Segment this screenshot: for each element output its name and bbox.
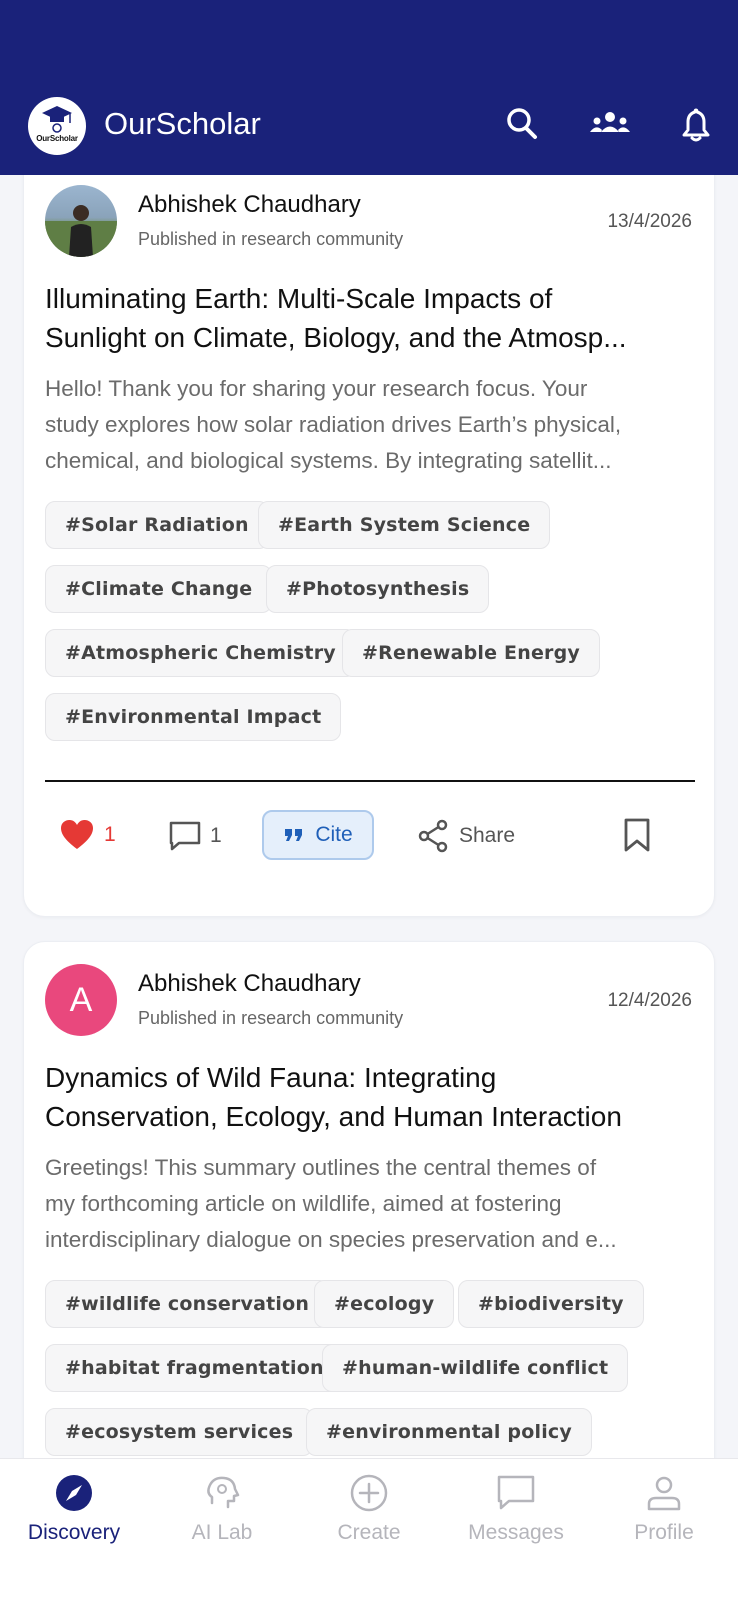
tag-chip[interactable]: #Atmospheric Chemistry [45, 629, 356, 677]
cite-button[interactable]: Cite [262, 810, 374, 860]
post-excerpt[interactable]: Greetings! This summary outlines the cen… [45, 1150, 695, 1258]
excerpt-line: interdisciplinary dialogue on species pr… [45, 1227, 617, 1252]
author-name[interactable]: Abhishek Chaudhary [138, 191, 361, 219]
tag-chip[interactable]: #environmental policy [306, 1408, 592, 1456]
share-button[interactable]: Share [417, 819, 515, 853]
author-name[interactable]: Abhishek Chaudhary [138, 970, 361, 998]
post-title-line: Conservation, Ecology, and Human Interac… [45, 1101, 622, 1132]
nav-create[interactable]: Create [295, 1459, 443, 1579]
share-icon [418, 819, 448, 853]
plus-circle-icon [350, 1474, 388, 1512]
cite-label: Cite [315, 823, 353, 846]
nav-ai-lab[interactable]: AI Lab [148, 1459, 296, 1579]
heart-icon [61, 820, 93, 849]
message-icon [497, 1475, 535, 1510]
user-icon [647, 1476, 681, 1511]
post-date: 12/4/2026 [607, 990, 692, 1011]
divider [45, 780, 695, 782]
avatar[interactable]: A [45, 964, 117, 1036]
comment-count: 1 [210, 824, 222, 847]
like-button[interactable]: 1 [60, 819, 116, 851]
published-in: Published in research community [138, 229, 404, 249]
bottom-nav: Discovery AI Lab Create Messages Profile [0, 1458, 738, 1600]
tag-chip[interactable]: #Renewable Energy [342, 629, 600, 677]
post-title[interactable]: Dynamics of Wild Fauna: Integrating Cons… [45, 1058, 695, 1136]
logo-text: OurScholar [36, 134, 78, 143]
tag-chip[interactable]: #ecology [314, 1280, 455, 1328]
excerpt-line: chemical, and biological systems. By int… [45, 448, 612, 473]
tag-chip[interactable]: #human-wildlife conflict [322, 1344, 629, 1392]
quote-icon [285, 829, 303, 841]
graduation-cap-icon [42, 106, 72, 133]
ai-brain-icon [207, 1476, 240, 1509]
community-icon[interactable] [588, 104, 630, 144]
nav-messages[interactable]: Messages [442, 1459, 590, 1579]
tag-chip[interactable]: #Climate Change [45, 565, 273, 613]
nav-label: Profile [634, 1521, 694, 1544]
bookmark-icon [624, 818, 650, 852]
excerpt-line: Hello! Thank you for sharing your resear… [45, 376, 588, 401]
nav-discovery[interactable]: Discovery [0, 1459, 148, 1579]
app-header: OurScholar OurScholar [0, 0, 738, 175]
post-card[interactable]: A Abhishek Chaudhary Published in resear… [23, 941, 715, 1501]
feed[interactable]: Abhishek Chaudhary Published in research… [0, 0, 738, 1600]
tag-chip[interactable]: #habitat fragmentation [45, 1344, 344, 1392]
excerpt-line: Greetings! This summary outlines the cen… [45, 1155, 597, 1180]
nav-label: Discovery [27, 1521, 121, 1544]
app-logo[interactable]: OurScholar [28, 97, 86, 155]
excerpt-line: my forthcoming article on wildlife, aime… [45, 1191, 562, 1216]
comment-button[interactable]: 1 [168, 819, 222, 853]
tag-chip[interactable]: #Environmental Impact [45, 693, 342, 741]
post-excerpt[interactable]: Hello! Thank you for sharing your resear… [45, 371, 695, 479]
compass-icon [56, 1475, 92, 1511]
tag-chip[interactable]: #biodiversity [458, 1280, 644, 1328]
tag-chip[interactable]: #Photosynthesis [266, 565, 490, 613]
post-title-line: Dynamics of Wild Fauna: Integrating [45, 1062, 497, 1093]
post-title-line: Illuminating Earth: Multi-Scale Impacts … [45, 283, 553, 314]
search-icon[interactable] [502, 104, 542, 144]
nav-label: Messages [468, 1521, 564, 1544]
app-title: OurScholar [104, 106, 261, 141]
share-label: Share [459, 824, 516, 847]
tag-chip[interactable]: #Solar Radiation [45, 501, 269, 549]
published-in: Published in research community [138, 1008, 404, 1028]
post-title[interactable]: Illuminating Earth: Multi-Scale Impacts … [45, 279, 695, 357]
nav-profile[interactable]: Profile [590, 1459, 738, 1579]
bookmark-button[interactable] [622, 817, 652, 853]
tag-chip[interactable]: #ecosystem services [45, 1408, 314, 1456]
bell-icon[interactable] [676, 104, 716, 144]
tag-chip[interactable]: #wildlife conservation [45, 1280, 330, 1328]
nav-label: AI Lab [191, 1521, 253, 1544]
post-card[interactable]: Abhishek Chaudhary Published in research… [23, 150, 715, 917]
excerpt-line: study explores how solar radiation drive… [45, 412, 622, 437]
post-title-line: Sunlight on Climate, Biology, and the At… [45, 322, 627, 353]
avatar[interactable] [45, 185, 117, 257]
tag-chip[interactable]: #Earth System Science [258, 501, 551, 549]
nav-label: Create [337, 1521, 401, 1544]
comment-icon [169, 821, 201, 851]
like-count: 1 [104, 823, 116, 846]
post-date: 13/4/2026 [607, 211, 692, 232]
